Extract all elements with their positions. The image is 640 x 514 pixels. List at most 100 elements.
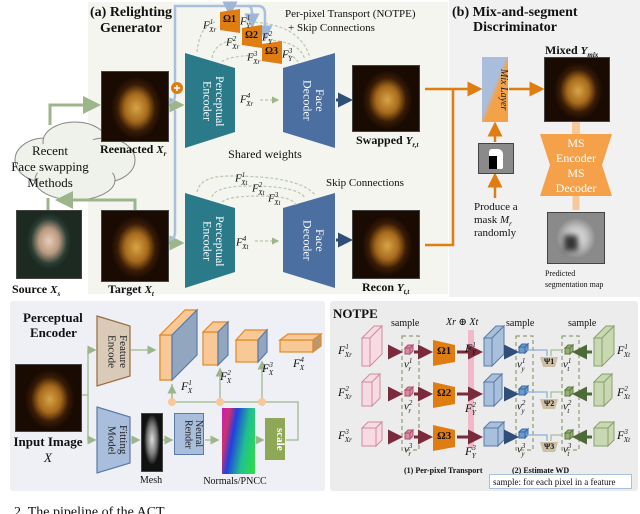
notpe-vt-label: v1t [563,357,572,373]
notpe-vy-label: v3y [517,443,525,458]
notpe-vr-cube [404,389,411,397]
math-sup: 2 [258,181,263,189]
pe-title-1: Perceptual [23,310,83,325]
math-sub: Xr [209,25,217,34]
notpe-omega-label: Ω3 [437,430,452,442]
notpe-vy-cube [518,346,526,354]
target-image [101,210,169,282]
normals-pncc-image [222,408,255,474]
math-sup: 3 [408,442,413,450]
predicted-text-2: segmentation map [545,280,604,289]
notpe-fxr-block [361,427,377,447]
math-sub: X [299,364,305,373]
math-sup: 2 [227,369,231,377]
decoder-top-label: Face Decoder [300,79,327,121]
math-sub: Xt [258,188,265,197]
cloud-text-3: Methods [27,175,73,190]
generator-title-2: Generator [100,21,163,36]
math-sub: s [57,290,61,299]
pe-feature-1: F1X [181,380,192,395]
math-sub: r [408,406,412,415]
math-sub: Y [471,409,476,418]
notpe-fxt-block [593,381,605,407]
recon-label: Recon Yt,t [362,280,410,297]
math-sub: Xt [242,242,249,251]
decoder-bottom-label: Face Decoder [300,219,327,261]
notpe-fy-block [483,381,495,407]
math-sub: Xr [253,57,261,66]
sample-label-3: sample [568,318,597,329]
figure: (a) Relighting Generator Recent Face swa… [0,0,640,514]
math-sup: 3 [521,442,526,450]
notpe-fxt-block [593,337,603,367]
input-image-var: X [44,450,52,465]
math-sub: Xr [344,393,352,402]
mesh-image [141,413,163,472]
math-sup: 3 [274,191,279,199]
mixed-label: Mixed Ymix [545,43,599,60]
reenacted-image [101,71,169,142]
notpe-fxr-label: F1Xr [338,344,352,359]
predicted-segmentation-image [547,212,605,264]
notpe-vt-cube [564,389,571,397]
notpe-omega-label: Ω1 [437,345,452,357]
math-sub: t,t [403,288,410,297]
math-sup: 2 [345,385,349,393]
math-sub: r [408,449,412,458]
ms-text-3: MS [567,166,585,180]
feature-encode-label: Feature Encode [105,334,129,368]
math-sub: y [521,406,525,415]
notpe-annotation-1: Per-pixel Transport (NOTPE) [285,8,416,20]
notpe-vr-label: v3r [404,442,413,458]
source-label: Source Xs [12,282,61,299]
math-sup: 1 [408,357,413,365]
math-sup: 1 [345,343,349,351]
math-sup: 2 [567,399,572,407]
math-label: Xt [145,284,154,299]
math-sup: 3 [269,361,273,369]
feature-fxt4: F4Xt [236,236,248,251]
math-sup: 3 [624,428,628,436]
step-1-label: (1) Per-pixel Transport [404,466,483,475]
notpe-fxr-block [361,337,371,367]
math-sub: r [163,150,167,159]
math-sub: r,t [412,141,419,150]
math-sub: r [408,364,412,373]
notpe-vy-label: v1y [517,358,525,373]
math-sup: 1 [567,357,572,365]
notpe-vy-cube [518,431,526,439]
math-sup: 2 [521,399,526,407]
math-label: Xr [156,144,167,159]
math-sup: 1 [241,171,246,179]
source-image [16,210,82,279]
math-sub: Xr [344,351,352,360]
notpe-annotation-2: + Skip Connections [288,22,375,34]
mixed-image [544,57,610,122]
omega-1: Ω1 [223,14,237,25]
discriminator-title-1: (b) Mix-and-segment [452,5,578,20]
input-image [15,364,82,432]
shared-weights-label: Shared weights [228,147,302,161]
ms-text-1: MS [567,136,585,150]
feature-fxr2: F2Xr [226,36,239,51]
mesh-label: Mesh [139,475,163,486]
feature-fxr4: F4Xr [240,93,253,108]
math-sub: X [226,377,232,386]
caption: 2. The pipeline of the ACT [14,505,165,514]
omega-3: Ω3 [265,46,279,57]
feature-fxt2: F2Xt [252,182,264,197]
mask-image [478,143,514,174]
math-sup: 2 [624,385,628,393]
scale-label: scale [274,427,286,451]
mask-text-3: randomly [474,227,517,239]
math-sup: 2 [408,399,413,407]
math-label: Yr,t [406,135,419,150]
ms-text-4: Decoder [555,181,597,195]
notpe-fy-block [483,337,493,367]
neural-render-label: Neural Render [182,419,205,449]
skip-connections-label: Skip Connections [326,177,404,189]
math-sub: X [187,387,193,396]
math-sup: 1 [624,343,628,351]
math-sub: t [151,290,154,299]
notpe-fxr-label: F3Xr [338,429,352,444]
